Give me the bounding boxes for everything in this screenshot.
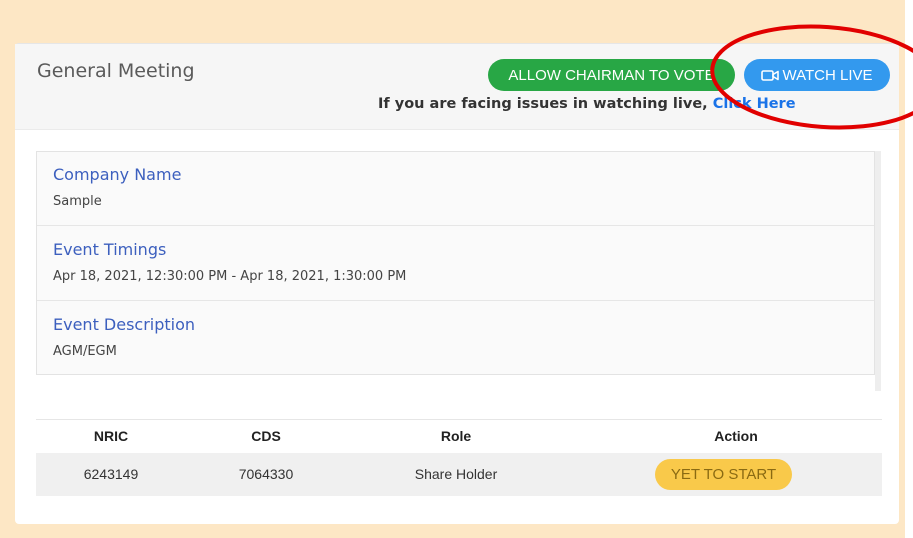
info-value: Apr 18, 2021, 12:30:00 PM - Apr 18, 2021… [53,269,407,284]
meeting-card: General Meeting ALLOW CHAIRMAN TO VOTE W… [15,43,899,524]
meeting-card-header: General Meeting ALLOW CHAIRMAN TO VOTE W… [15,44,899,130]
participant-table: NRIC CDS Role Action 6243149 7064330 Sha… [36,419,882,496]
nric-cell: 6243149 [83,466,139,482]
column-header-role: Role [440,428,472,444]
watch-live-label: WATCH LIVE [782,66,873,84]
page-title: General Meeting [37,60,195,82]
info-value: AGM/EGM [53,344,117,359]
column-header-cds: CDS [251,428,281,444]
info-label: Event Description [53,315,196,334]
watch-live-help-text: If you are facing issues in watching liv… [378,96,796,112]
yet-to-start-status-button[interactable]: YET TO START [655,459,792,490]
table-header: NRIC CDS Role Action [36,419,882,453]
info-item-event-timings: Event Timings Apr 18, 2021, 12:30:00 PM … [37,227,874,301]
allow-chairman-to-vote-button[interactable]: ALLOW CHAIRMAN TO VOTE [488,59,735,91]
watch-live-button[interactable]: WATCH LIVE [744,59,890,91]
info-panel-scrollbar[interactable] [875,151,881,391]
column-header-nric: NRIC [93,428,129,444]
info-item-company-name: Company Name Sample [37,152,874,226]
video-camera-icon [761,69,780,82]
column-header-action: Action [714,428,758,444]
info-label: Company Name [53,165,182,184]
cds-cell: 7064330 [238,466,294,482]
issue-text: If you are facing issues in watching liv… [378,96,708,112]
table-row: 6243149 7064330 Share Holder YET TO STAR… [36,453,882,496]
event-info-panel: Company Name Sample Event Timings Apr 18… [36,151,875,375]
info-item-event-description: Event Description AGM/EGM [37,302,874,376]
info-value: Sample [53,194,102,209]
role-cell: Share Holder [414,466,498,482]
info-label: Event Timings [53,240,167,259]
click-here-link[interactable]: Click Here [713,96,796,112]
